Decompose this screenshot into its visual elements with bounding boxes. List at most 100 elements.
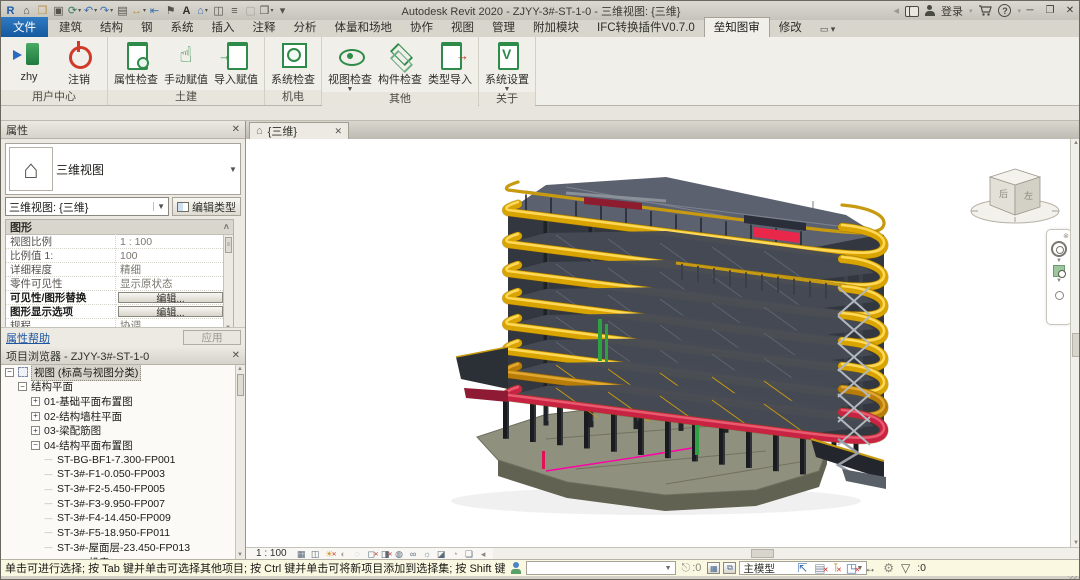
tree-row[interactable]: —ST-BG-BF1-7.300-FP001 — [1, 453, 235, 468]
tree-row[interactable]: —ST-3#-F4-14.450-FP009 — [1, 511, 235, 526]
edit-button[interactable]: 编辑... — [118, 292, 223, 303]
property-value[interactable]: 1 : 100 — [116, 236, 233, 248]
collapse-view-control-bar-icon[interactable]: ◂ — [478, 549, 489, 559]
sign-in-dropdown-icon[interactable]: ▾ — [969, 7, 973, 15]
infocenter-collapse-icon[interactable]: ◂ — [893, 4, 899, 17]
导入赋值-button[interactable]: 导入赋值 — [212, 38, 260, 87]
measure-icon[interactable]: ↔▾ — [131, 3, 146, 18]
filter-icon[interactable]: ▽ — [901, 562, 910, 575]
properties-close-icon[interactable]: ✕ — [232, 124, 240, 135]
ribbon-tab-钢[interactable]: 钢 — [132, 18, 162, 37]
user-icon[interactable] — [925, 5, 935, 16]
active-workset-select[interactable]: ▼ — [526, 561, 676, 575]
tree-row[interactable]: −04-结构平面布置图 — [1, 438, 235, 453]
hscroll-thumb[interactable] — [751, 549, 774, 558]
restore-button[interactable]: ❐ — [1041, 3, 1059, 18]
revit-logo-icon[interactable]: R — [3, 3, 18, 18]
tag-icon[interactable]: ⚑ — [163, 3, 178, 18]
tree-row[interactable]: —ST-3#-屋面层-23.450-FP013 — [1, 540, 235, 555]
expand-node-icon[interactable]: + — [31, 426, 40, 435]
default-3d-view-icon[interactable]: ⌂▾ — [195, 3, 210, 18]
edit-type-button[interactable]: 编辑类型 — [172, 197, 241, 216]
worksets-icon[interactable]: ▦ — [707, 562, 720, 574]
search-icon[interactable] — [905, 6, 919, 15]
zoom-dropdown-icon[interactable]: ▼ — [1056, 278, 1062, 284]
tree-row[interactable]: —ST-3#-F3-9.950-FP007 — [1, 496, 235, 511]
ribbon-tab-文件[interactable]: 文件 — [1, 17, 48, 37]
ribbon-tab-协作[interactable]: 协作 — [401, 18, 442, 37]
expand-node-icon[interactable]: + — [31, 412, 40, 421]
steering-wheel-icon[interactable] — [1051, 241, 1067, 257]
ribbon-tab-垒知图审[interactable]: 垒知图审 — [704, 17, 770, 37]
property-value[interactable]: 精细 — [116, 262, 233, 277]
measure-dropdown-icon[interactable]: ▾ — [143, 7, 146, 14]
select-underlay-elements-icon[interactable]: ▤✕ — [814, 562, 825, 575]
ribbon-tab-分析[interactable]: 分析 — [285, 18, 326, 37]
ribbon-tab-视图[interactable]: 视图 — [442, 18, 483, 37]
注销-button[interactable]: 注销 — [55, 38, 103, 87]
graphics-section-header[interactable]: 图形 ˄ — [6, 220, 233, 235]
ribbon-tab-注释[interactable]: 注释 — [244, 18, 285, 37]
reveal-hidden-elements-icon[interactable]: ☼ — [422, 549, 433, 559]
section-icon[interactable]: ◫ — [211, 3, 226, 18]
section-collapse-icon[interactable]: ˄ — [224, 222, 229, 232]
collapse-node-icon[interactable]: − — [5, 368, 14, 377]
modify-panel-dropdown[interactable]: ▭ ▾ — [811, 21, 845, 37]
vscroll-down-icon[interactable]: ▼ — [1073, 540, 1079, 546]
手动赋值-button[interactable]: ☝手动赋值 — [162, 38, 210, 87]
collapse-node-icon[interactable]: − — [31, 441, 40, 450]
undo-icon[interactable]: ↶▾ — [83, 3, 98, 18]
shadows-icon[interactable]: ◐ — [338, 549, 349, 559]
minimize-button[interactable]: ─ — [1021, 3, 1039, 18]
view-instance-select[interactable]: 三维视图: {三维} ▼ — [5, 197, 169, 216]
tree-scroll-down-icon[interactable]: ▼ — [237, 552, 243, 558]
help-icon[interactable]: ? — [998, 4, 1011, 17]
settings-gear-icon[interactable]: ⚙ — [883, 562, 894, 575]
properties-scrollbar-thumb[interactable]: ≡ — [225, 237, 232, 253]
open-file-icon[interactable]: ❒ — [35, 3, 50, 18]
temporary-hide-isolate-icon[interactable]: ∞ — [408, 549, 419, 559]
properties-help-link[interactable]: 属性帮助 — [6, 330, 50, 346]
temporary-view-properties-icon[interactable]: ◪ — [436, 549, 447, 559]
tree-row[interactable]: −结构平面 — [1, 380, 235, 395]
collapse-node-icon[interactable]: − — [18, 382, 27, 391]
default-3d-view-dropdown-icon[interactable]: ▾ — [205, 7, 208, 14]
expand-node-icon[interactable]: + — [31, 397, 40, 406]
view-tab-close-icon[interactable]: ✕ — [334, 126, 342, 137]
vscroll-up-icon[interactable]: ▲ — [1073, 140, 1079, 146]
ribbon-tab-建筑[interactable]: 建筑 — [50, 18, 91, 37]
text-icon[interactable]: A — [179, 3, 194, 18]
zhy-button[interactable]: zhy — [5, 38, 53, 83]
sun-path-icon[interactable]: ☀✕ — [324, 549, 335, 559]
navbar-close-icon[interactable]: ⊗ — [1063, 232, 1069, 240]
系统设置-button[interactable]: 系统设置▼ — [483, 38, 531, 92]
save-icon[interactable]: ▣ — [51, 3, 66, 18]
redo-icon[interactable]: ↷▾ — [99, 3, 114, 18]
drag-elements-on-selection-icon[interactable]: ↔ — [864, 562, 876, 575]
tree-row[interactable]: −视图 (标高与视图分类) — [1, 365, 235, 380]
vertical-scrollbar[interactable]: ▲ ▼ — [1070, 139, 1080, 547]
aligned-dimension-icon[interactable]: ⇤ — [147, 3, 162, 18]
editing-requests[interactable]: ⎋ :0 — [682, 562, 702, 575]
tree-row[interactable]: +03-梁配筋图 — [1, 423, 235, 438]
undo-dropdown-icon[interactable]: ▾ — [94, 7, 97, 14]
tree-row[interactable]: —ST-3#-F5-18.950-FP011 — [1, 526, 235, 541]
horizontal-scrollbar[interactable] — [493, 548, 1080, 560]
resize-grip[interactable] — [1068, 576, 1078, 580]
visual-style-icon[interactable]: ◫ — [310, 549, 321, 559]
edit-button[interactable]: 编辑... — [118, 306, 223, 317]
tree-row[interactable]: +01-基础平面布置图 — [1, 394, 235, 409]
ribbon-tab-IFC转换插件V0.7.0[interactable]: IFC转换插件V0.7.0 — [588, 18, 704, 37]
workset-dropdown-icon[interactable]: ▼ — [661, 565, 672, 572]
apply-button[interactable]: 应用 — [183, 330, 241, 345]
select-links-icon[interactable]: ⇱ — [797, 562, 807, 575]
print-icon[interactable]: ▤ — [115, 3, 130, 18]
ribbon-tab-体量和场地[interactable]: 体量和场地 — [326, 18, 402, 37]
instance-dropdown-icon[interactable]: ▼ — [153, 202, 165, 211]
tree-scrollbar-thumb[interactable] — [237, 374, 244, 396]
property-value[interactable]: 100 — [116, 250, 233, 262]
ribbon-tab-附加模块[interactable]: 附加模块 — [524, 18, 588, 37]
switch-windows-dropdown-icon[interactable]: ▾ — [270, 7, 273, 14]
vscroll-thumb[interactable] — [1072, 333, 1080, 357]
switch-windows-icon[interactable]: ❐▾ — [259, 3, 274, 18]
